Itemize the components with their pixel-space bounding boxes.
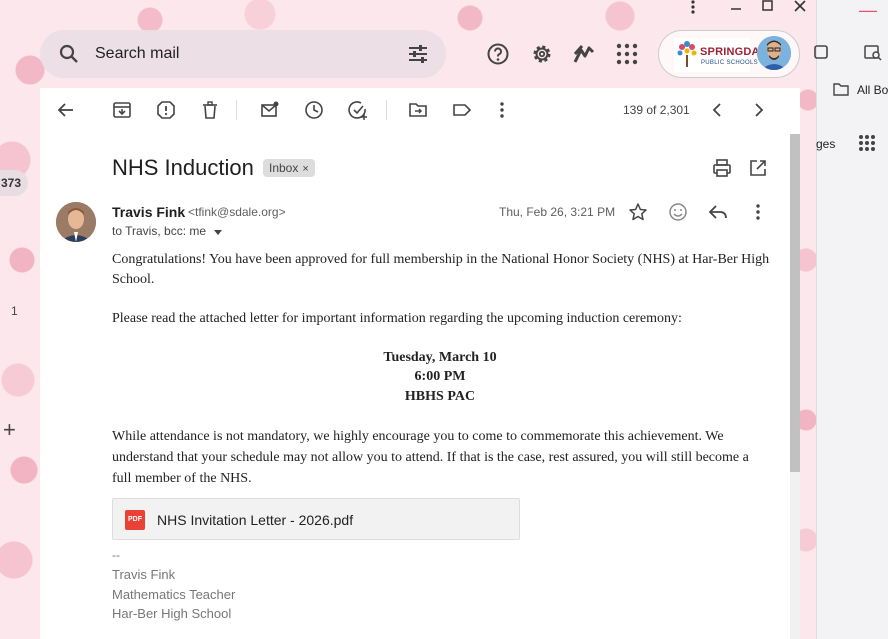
sidebar-small-count: 1 (11, 304, 18, 318)
newer-chevron-left-icon[interactable] (708, 100, 728, 120)
add-task-icon[interactable] (348, 100, 368, 120)
move-to-folder-icon[interactable] (408, 100, 428, 120)
scrollbar-thumb[interactable] (790, 134, 800, 472)
signature-school: Har-Ber High School (112, 606, 232, 621)
sender-email: <tfink@sdale.org> (188, 205, 286, 219)
pdf-file-icon: PDF (125, 510, 145, 530)
emoji-react-icon[interactable] (668, 202, 688, 222)
label-tag-icon[interactable] (452, 100, 472, 120)
tree-logo-icon (677, 41, 697, 67)
search-tabs-icon[interactable] (864, 44, 882, 62)
search-input[interactable]: Search mail (95, 45, 179, 63)
email-paragraph-2: Please read the attached letter for impo… (112, 311, 682, 326)
show-details-dropdown-icon[interactable] (213, 228, 223, 236)
attachment-name[interactable]: NHS Invitation Letter - 2026.pdf (157, 512, 353, 528)
signature-separator: -- (112, 548, 120, 562)
sidebar-count-badge[interactable]: 373 (0, 170, 28, 196)
inbox-label-text: Inbox (269, 161, 299, 175)
event-location: HBHS PAC (404, 389, 476, 404)
remove-label-icon[interactable]: × (302, 163, 308, 175)
maximize-icon[interactable] (761, 0, 775, 14)
email-paragraph-1: Congratulations! You have been approved … (112, 252, 770, 287)
search-bar[interactable]: Search mail (40, 30, 446, 78)
signature-title: Mathematics Teacher (112, 587, 236, 602)
close-icon[interactable] (793, 0, 807, 14)
email-subject: NHS Induction (112, 155, 254, 180)
sender-name[interactable]: Travis Fink (112, 204, 185, 220)
window-menu-icon[interactable] (689, 0, 697, 14)
folder-icon (833, 83, 849, 96)
older-chevron-right-icon[interactable] (748, 100, 768, 120)
search-options-icon[interactable] (406, 43, 430, 65)
gemini-extension-icon[interactable] (572, 42, 596, 66)
archive-icon[interactable] (112, 100, 132, 120)
print-icon[interactable] (712, 158, 732, 178)
pdf-attachment[interactable]: PDF NHS Invitation Letter - 2026.pdf (112, 498, 520, 540)
apps-grid-icon[interactable] (858, 134, 876, 152)
email-date: Thu, Feb 26, 3:21 PM (499, 205, 616, 219)
recipients-text: to Travis, bcc: me (112, 224, 207, 238)
more-options-icon[interactable] (492, 100, 512, 120)
account-avatar[interactable] (757, 36, 791, 70)
logo-line-2: PUBLIC SCHOOLS (701, 60, 758, 66)
help-icon[interactable] (486, 42, 510, 66)
recipients-line: to Travis, bcc: me (112, 224, 223, 238)
message-more-icon[interactable] (748, 202, 768, 222)
minimize-icon[interactable] (729, 0, 743, 14)
search-icon[interactable] (58, 43, 80, 65)
event-time: 6:00 PM (414, 369, 466, 384)
pages-label: ges (816, 137, 836, 151)
pager-count: 139 of 2,301 (623, 103, 690, 117)
star-icon[interactable] (628, 202, 648, 222)
reply-icon[interactable] (708, 202, 728, 222)
signature-name: Travis Fink (112, 567, 176, 582)
create-label-plus-icon[interactable]: + (3, 417, 16, 443)
toolbar-divider (386, 100, 387, 120)
google-apps-icon[interactable] (615, 42, 639, 66)
sender-avatar[interactable] (56, 202, 96, 242)
settings-gear-icon[interactable] (530, 42, 554, 66)
extensions-icon[interactable] (813, 43, 829, 61)
all-bookmarks-label[interactable]: All Bo (857, 83, 888, 97)
snooze-clock-icon[interactable] (304, 100, 324, 120)
back-arrow-icon[interactable] (56, 100, 76, 120)
email-paragraph-3: While attendance is not mandatory, we hi… (112, 429, 749, 486)
toolbar-divider (236, 100, 237, 120)
open-new-window-icon[interactable] (748, 158, 768, 178)
inbox-label-badge[interactable]: Inbox × (263, 159, 315, 177)
event-date: Tuesday, March 10 (383, 350, 497, 365)
background-window-minimize[interactable]: — (858, 0, 878, 20)
mark-unread-icon[interactable] (260, 100, 280, 120)
delete-trash-icon[interactable] (200, 100, 220, 120)
report-spam-icon[interactable] (156, 100, 176, 120)
